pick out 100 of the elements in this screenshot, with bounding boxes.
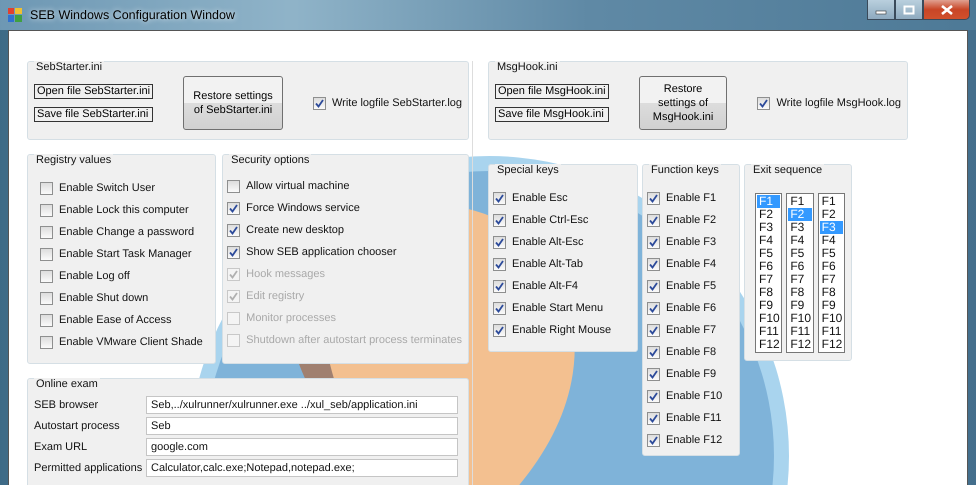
checkbox[interactable] (493, 324, 506, 336)
list-item[interactable]: F2 (757, 208, 780, 221)
text-field[interactable]: google.com (146, 438, 458, 456)
checkbox[interactable] (647, 368, 660, 380)
list-item[interactable]: F9 (820, 299, 843, 312)
checkbox-row[interactable]: Enable F7 (647, 319, 733, 341)
checkbox-row[interactable]: Enable Esc (493, 187, 631, 209)
checkbox-row[interactable]: Enable Right Mouse (493, 319, 631, 341)
checkbox[interactable] (647, 412, 660, 424)
list-item[interactable]: F10 (757, 312, 780, 325)
close-button[interactable] (923, 0, 970, 20)
checkbox-row[interactable]: Force Windows service (227, 197, 462, 219)
list-item[interactable]: F11 (788, 325, 812, 338)
checkbox-row[interactable]: Enable F8 (647, 341, 733, 363)
checkbox-row[interactable]: Show SEB application chooser (227, 241, 462, 263)
list-item[interactable]: F7 (820, 273, 843, 286)
list-item[interactable]: F11 (820, 325, 843, 338)
list-item[interactable]: F1 (820, 195, 843, 208)
checkbox-row[interactable]: Enable F3 (647, 231, 733, 253)
checkbox[interactable] (647, 390, 660, 402)
checkbox-row[interactable]: Create new desktop (227, 219, 462, 241)
checkbox-row[interactable]: Enable Alt-F4 (493, 275, 631, 297)
checkbox-row[interactable]: Enable F9 (647, 363, 733, 385)
save-file-button[interactable]: Save file MsgHook.ini (495, 107, 609, 122)
restore-settings-button[interactable]: Restore settings of SebStarter.ini (183, 76, 283, 130)
checkbox[interactable] (647, 324, 660, 336)
checkbox[interactable] (40, 336, 53, 348)
list-item[interactable]: F10 (820, 312, 843, 325)
checkbox-row[interactable]: Enable Shut down (40, 287, 210, 309)
list-item[interactable]: F6 (788, 260, 812, 273)
list-item[interactable]: F7 (788, 273, 812, 286)
checkbox-row[interactable]: Enable F11 (647, 407, 733, 429)
list-item[interactable]: F12 (820, 338, 843, 351)
list-item[interactable]: F8 (757, 286, 780, 299)
checkbox-row[interactable]: Enable Alt-Tab (493, 253, 631, 275)
list-item[interactable]: F12 (788, 338, 812, 351)
checkbox-row[interactable]: Enable F1 (647, 187, 733, 209)
checkbox-row[interactable]: Enable F5 (647, 275, 733, 297)
checkbox[interactable] (227, 180, 240, 192)
checkbox-row[interactable]: Enable Log off (40, 265, 210, 287)
list-item[interactable]: F1 (788, 195, 812, 208)
checkbox[interactable] (647, 192, 660, 204)
list-item[interactable]: F5 (788, 247, 812, 260)
checkbox[interactable] (647, 434, 660, 446)
checkbox-row[interactable]: Enable F2 (647, 209, 733, 231)
list-item[interactable]: F7 (757, 273, 780, 286)
checkbox[interactable] (227, 202, 240, 214)
open-file-button[interactable]: Open file SebStarter.ini (34, 84, 154, 99)
checkbox-row[interactable]: Enable VMware Client Shade (40, 331, 210, 353)
checkbox[interactable] (647, 258, 660, 270)
list-item[interactable]: F4 (757, 234, 780, 247)
text-field[interactable]: Seb,../xulrunner/xulrunner.exe ../xul_seb/application.ini (146, 396, 458, 414)
list-item[interactable]: F6 (820, 260, 843, 273)
checkbox-row[interactable]: Enable F12 (647, 429, 733, 451)
checkbox[interactable] (493, 236, 506, 248)
checkbox[interactable] (493, 192, 506, 204)
checkbox[interactable] (493, 302, 506, 314)
checkbox-row[interactable]: Enable Ease of Access (40, 309, 210, 331)
open-file-button[interactable]: Open file MsgHook.ini (495, 84, 609, 99)
list-item[interactable]: F8 (820, 286, 843, 299)
checkbox[interactable] (493, 280, 506, 292)
list-item[interactable]: F5 (820, 247, 843, 260)
list-item[interactable]: F3 (788, 221, 812, 234)
checkbox[interactable] (40, 248, 53, 260)
checkbox[interactable] (227, 246, 240, 258)
checkbox[interactable] (647, 302, 660, 314)
checkbox[interactable] (647, 280, 660, 292)
checkbox[interactable] (493, 214, 506, 226)
checkbox[interactable] (40, 292, 53, 304)
checkbox-row[interactable]: Enable Ctrl-Esc (493, 209, 631, 231)
checkbox-row[interactable]: Enable Change a password (40, 221, 210, 243)
text-field[interactable]: Seb (146, 417, 458, 435)
list-item[interactable]: F11 (757, 325, 780, 338)
checkbox-row[interactable]: Enable Lock this computer (40, 199, 210, 221)
text-field[interactable]: Calculator,calc.exe;Notepad,notepad.exe; (146, 459, 458, 477)
list-item[interactable]: F2 (820, 208, 843, 221)
checkbox[interactable] (40, 314, 53, 326)
save-file-button[interactable]: Save file SebStarter.ini (34, 107, 154, 122)
checkbox-row[interactable]: Write logfile MsgHook.log (757, 92, 901, 114)
list-item[interactable]: F3 (757, 221, 780, 234)
checkbox-row[interactable]: Allow virtual machine (227, 175, 462, 197)
checkbox[interactable] (647, 346, 660, 358)
minimize-button[interactable] (867, 0, 895, 20)
checkbox-row[interactable]: Enable Start Menu (493, 297, 631, 319)
checkbox[interactable] (40, 204, 53, 216)
checkbox-row[interactable]: Enable F6 (647, 297, 733, 319)
checkbox[interactable] (40, 182, 53, 194)
checkbox-row[interactable]: Enable Switch User (40, 177, 210, 199)
list-item[interactable]: F8 (788, 286, 812, 299)
checkbox[interactable] (757, 96, 770, 110)
checkbox[interactable] (40, 226, 53, 238)
list-item[interactable]: F9 (757, 299, 780, 312)
checkbox[interactable] (40, 270, 53, 282)
list-item[interactable]: F6 (757, 260, 780, 273)
list-item[interactable]: F10 (788, 312, 812, 325)
checkbox-row[interactable]: Enable F10 (647, 385, 733, 407)
checkbox[interactable] (647, 236, 660, 248)
list-item[interactable]: F9 (788, 299, 812, 312)
checkbox-row[interactable]: Write logfile SebStarter.log (312, 92, 462, 114)
list-item[interactable]: F4 (788, 234, 812, 247)
